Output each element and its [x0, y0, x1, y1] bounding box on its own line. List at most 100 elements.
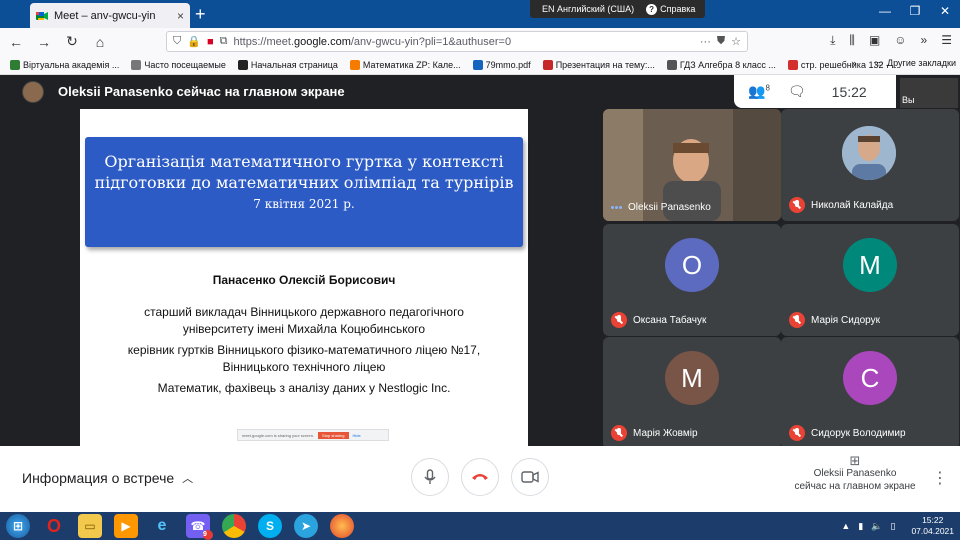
bookmark-star-icon[interactable]: ☆ [731, 35, 741, 48]
microphone-icon [424, 469, 436, 484]
stop-sharing-button[interactable]: Stop sharing [318, 431, 349, 439]
back-icon[interactable]: ← [8, 34, 24, 50]
firefox-icon[interactable] [330, 514, 354, 538]
windows-taskbar: ⊞ O ▭ ▶ e ☎ 9 S ➤ [0, 512, 960, 540]
slide-line: старший викладач Вінницького державного … [144, 305, 464, 319]
participant-initial-avatar: С [843, 351, 897, 405]
bookmark-item[interactable]: 79mmo.pdf [472, 59, 531, 70]
toolbar-right: ⤓ ⫼ ▣ ☺ » ☰ [830, 33, 952, 48]
taskbar-clock[interactable]: 15:22 07.04.2021 [911, 515, 954, 537]
slide-line: Вінницького технічного ліцею [222, 360, 386, 374]
participant-tile[interactable]: Oleksii Panasenko [603, 109, 781, 221]
overflow-icon[interactable]: » [921, 33, 928, 48]
bookmark-item[interactable]: ГДЗ Алгебра 8 класс ... [666, 59, 776, 70]
close-window-icon[interactable]: ✕ [930, 0, 960, 22]
bookmark-item[interactable]: Віртуальна академія ... [10, 59, 120, 70]
bookmark-item[interactable]: Математика ZP: Кале... [349, 59, 461, 70]
page-actions-icon[interactable]: ··· [700, 36, 711, 48]
muted-mic-icon [789, 197, 805, 213]
chrome-icon[interactable] [222, 514, 246, 538]
chevron-up-icon: ︿ [182, 473, 194, 485]
participant-tile[interactable]: М Марія Сидорук [781, 224, 959, 336]
bookmark-label: Математика ZP: Кале... [362, 59, 461, 70]
forward-icon[interactable]: → [36, 34, 52, 50]
system-tray: ▲ ▮ 🔈 ▯ 15:22 07.04.2021 [841, 512, 954, 540]
hide-banner-button[interactable]: Hide [353, 433, 361, 438]
bookmark-favicon-icon [349, 59, 360, 70]
photo-image [842, 126, 896, 180]
maximize-icon[interactable]: ❐ [900, 0, 930, 22]
presentation-status-button[interactable]: ⊞ Oleksii Panasenko сейчас на главном эк… [790, 454, 920, 493]
participant-tile[interactable]: Николай Калайда [781, 109, 959, 221]
internet-explorer-icon[interactable]: e [150, 514, 174, 538]
minimize-icon[interactable]: — [870, 0, 900, 22]
bookmark-item[interactable]: Часто посещаемые [131, 59, 226, 70]
bookmark-label: Презентация на тему:... [555, 59, 655, 70]
muted-mic-icon [611, 312, 627, 328]
volume-icon[interactable]: 🔈 [871, 521, 882, 532]
bookmark-favicon-icon [787, 59, 798, 70]
new-tab-button[interactable]: + [195, 4, 206, 24]
other-bookmarks[interactable]: Другие закладки [887, 58, 956, 69]
media-player-icon[interactable]: ▶ [114, 514, 138, 538]
meet-clock: 15:22 [831, 83, 867, 100]
url-text[interactable]: https://meet.google.com/anv-gwcu-yin?pli… [233, 36, 693, 48]
participant-tile[interactable]: С Сидорук Володимир [781, 337, 959, 449]
participant-tile[interactable]: М Марія Жовмір [603, 337, 781, 449]
bookmark-item[interactable]: Начальная страница [237, 59, 338, 70]
meeting-info-button[interactable]: Информация о встрече ︿ [22, 470, 193, 486]
microphone-button[interactable] [411, 458, 449, 496]
home-icon[interactable]: ⌂ [92, 34, 108, 50]
viber-icon[interactable]: ☎ 9 [186, 514, 213, 540]
bookmark-label: Віртуальна академія ... [23, 59, 120, 70]
meet-favicon-icon [36, 11, 48, 20]
self-view[interactable]: Вы [900, 78, 958, 108]
skype-icon[interactable]: S [258, 514, 282, 538]
language-indicator[interactable]: EN Английский (США) ? Справка [530, 0, 706, 18]
tab-close-icon[interactable]: × [177, 9, 184, 23]
sidebar-icon[interactable]: ▣ [869, 33, 880, 48]
library-icon[interactable]: ⫼ [849, 33, 855, 48]
opera-icon[interactable]: O [42, 514, 66, 538]
more-options-icon[interactable]: ⋮ [932, 468, 948, 488]
network-icon[interactable]: ▮ [858, 521, 863, 532]
participant-tile[interactable]: О Оксана Табачук [603, 224, 781, 336]
bookmark-favicon-icon [666, 59, 677, 70]
bookmarks-overflow: » ▭ Другие закладки [852, 58, 957, 69]
start-button-icon[interactable]: ⊞ [6, 514, 30, 538]
camera-button[interactable] [511, 458, 549, 496]
file-explorer-icon[interactable]: ▭ [78, 514, 102, 538]
download-icon[interactable]: ⤓ [830, 33, 835, 48]
chat-icon[interactable]: 🗨 [788, 83, 806, 100]
leave-call-button[interactable] [461, 458, 499, 496]
reload-icon[interactable]: ↻ [64, 33, 80, 50]
telegram-icon[interactable]: ➤ [294, 514, 318, 538]
people-button[interactable]: 👥8 [748, 83, 770, 100]
screen-share-icon[interactable]: ⧉ [220, 35, 228, 48]
bookmark-label: 79mmo.pdf [485, 59, 531, 70]
account-icon[interactable]: ☺ [894, 33, 906, 48]
slide-title: Організація математичного гуртка у конте… [94, 152, 514, 192]
show-hidden-icons-icon[interactable]: ▲ [841, 521, 850, 531]
menu-icon[interactable]: ☰ [941, 33, 952, 48]
address-bar[interactable]: ⛉ 🔒 ■ ⧉ https://meet.google.com/anv-gwcu… [166, 31, 748, 52]
meet-area: Oleksii Panasenko сейчас на главном экра… [0, 75, 960, 512]
pocket-icon[interactable]: ⛊ [717, 35, 725, 48]
bookmarks-bar: Віртуальна академія ... Часто посещаемые Н… [0, 55, 960, 75]
bookmark-item[interactable]: Презентация на тему:... [542, 59, 655, 70]
clock-date: 07.04.2021 [911, 526, 954, 536]
participant-name: Оксана Табачук [611, 312, 706, 328]
participant-name: Марія Жовмір [611, 425, 698, 441]
screen: Meet – anv-gwcu-yin × + EN Английский (С… [0, 0, 960, 540]
tab-meet[interactable]: Meet – anv-gwcu-yin × [30, 3, 190, 28]
slide-line: Математик, фахівець з аналізу даних у Ne… [157, 381, 451, 395]
camera-permission-icon[interactable]: ■ [207, 36, 214, 48]
presented-slide: Організація математичного гуртка у конте… [80, 109, 528, 446]
bookmark-label: ГДЗ Алгебра 8 класс ... [679, 59, 776, 70]
help-link[interactable]: ? Справка [646, 3, 695, 15]
battery-icon[interactable]: ▯ [891, 521, 896, 532]
bookmarks-more-icon[interactable]: » [852, 58, 857, 69]
lock-icon[interactable]: 🔒 [187, 35, 201, 48]
presenter-avatar [22, 80, 44, 103]
shield-icon[interactable]: ⛉ [173, 35, 181, 48]
